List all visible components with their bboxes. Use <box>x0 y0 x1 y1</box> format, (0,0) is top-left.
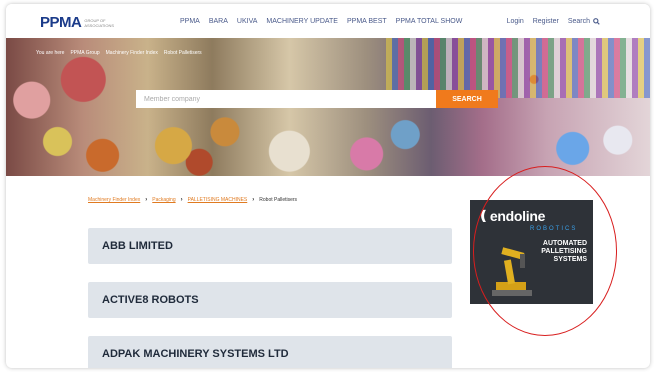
account-links: Login Register Search <box>507 18 600 25</box>
nav-item-ppma-total-show[interactable]: PPMA TOTAL SHOW <box>396 18 463 25</box>
breadcrumb-current: Robot Palletisers <box>259 197 298 203</box>
register-link[interactable]: Register <box>533 18 559 25</box>
site-header: PPMA GROUP OF ASSOCIATIONS PPMA BARA UKI… <box>6 4 650 38</box>
company-name: ABB LIMITED <box>102 240 173 252</box>
member-search-input[interactable] <box>136 90 436 108</box>
ppma-logo[interactable]: PPMA GROUP OF ASSOCIATIONS <box>40 14 118 31</box>
company-card-adpak[interactable]: ADPAK MACHINERY SYSTEMS LTD <box>88 336 452 368</box>
company-card-active8[interactable]: ACTIVE8 ROBOTS <box>88 282 452 318</box>
search-link-label: Search <box>567 18 590 25</box>
member-search: SEARCH <box>136 90 498 108</box>
company-name: ADPAK MACHINERY SYSTEMS LTD <box>102 348 289 360</box>
highlight-annotation <box>473 166 617 336</box>
hero-breadcrumb: You are here PPMA Group Machinery Finder… <box>36 50 202 56</box>
logo-text: PPMA <box>40 14 82 31</box>
search-button[interactable]: SEARCH <box>436 90 498 108</box>
hero-breadcrumb-item[interactable]: Machinery Finder Index <box>106 50 158 56</box>
company-name: ACTIVE8 ROBOTS <box>102 294 199 306</box>
company-card-abb[interactable]: ABB LIMITED <box>88 228 452 264</box>
page-frame: PPMA GROUP OF ASSOCIATIONS PPMA BARA UKI… <box>6 4 650 368</box>
login-link[interactable]: Login <box>507 18 524 25</box>
nav-item-bara[interactable]: BARA <box>209 18 228 25</box>
breadcrumb-link-packaging[interactable]: Packaging <box>152 197 175 203</box>
logo-subtitle: GROUP OF ASSOCIATIONS <box>84 17 115 28</box>
breadcrumb: Machinery Finder Index › Packaging › PAL… <box>88 197 297 203</box>
chevron-right-icon: › <box>252 197 255 203</box>
hero-breadcrumb-item[interactable]: PPMA Group <box>70 50 99 56</box>
main-nav: PPMA BARA UKIVA MACHINERY UPDATE PPMA BE… <box>180 18 462 25</box>
chevron-right-icon: › <box>145 197 148 203</box>
nav-item-machinery-update[interactable]: MACHINERY UPDATE <box>266 18 338 25</box>
nav-item-ukiva[interactable]: UKIVA <box>237 18 258 25</box>
hero-breadcrumb-item: Robot Palletisers <box>163 50 202 56</box>
nav-item-ppma[interactable]: PPMA <box>180 18 200 25</box>
breadcrumb-link-palletising[interactable]: PALLETISING MACHINES <box>188 197 248 203</box>
search-icon <box>593 18 600 25</box>
breadcrumb-link-machinery-finder[interactable]: Machinery Finder Index <box>88 197 140 203</box>
search-link[interactable]: Search <box>568 18 600 25</box>
chevron-right-icon: › <box>180 197 183 203</box>
nav-item-ppma-best[interactable]: PPMA BEST <box>347 18 387 25</box>
hero-breadcrumb-item: You are here <box>36 50 65 56</box>
hero-banner: You are here PPMA Group Machinery Finder… <box>6 38 650 176</box>
